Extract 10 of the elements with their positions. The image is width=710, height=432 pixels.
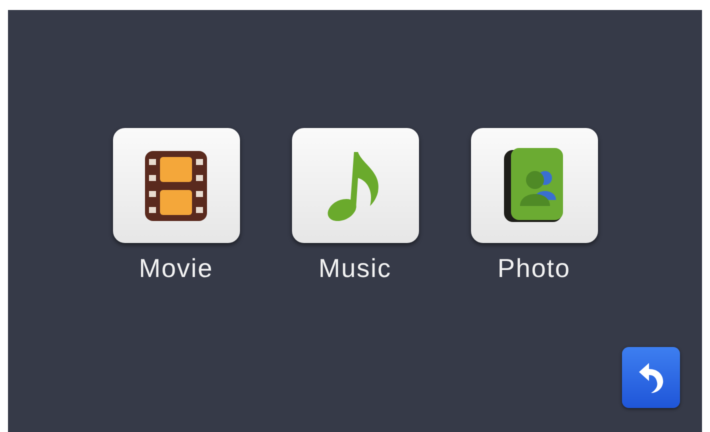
- app-label: Movie: [138, 253, 214, 284]
- back-button[interactable]: [622, 347, 680, 408]
- app-label: Music: [318, 253, 392, 284]
- contacts-book-icon: [503, 148, 565, 224]
- back-arrow-icon: [637, 362, 665, 394]
- film-icon: [144, 150, 208, 222]
- music-tile[interactable]: [292, 128, 418, 243]
- movie-tile[interactable]: [112, 128, 240, 243]
- photo-tile[interactable]: [470, 128, 598, 243]
- app-label: Photo: [498, 253, 570, 284]
